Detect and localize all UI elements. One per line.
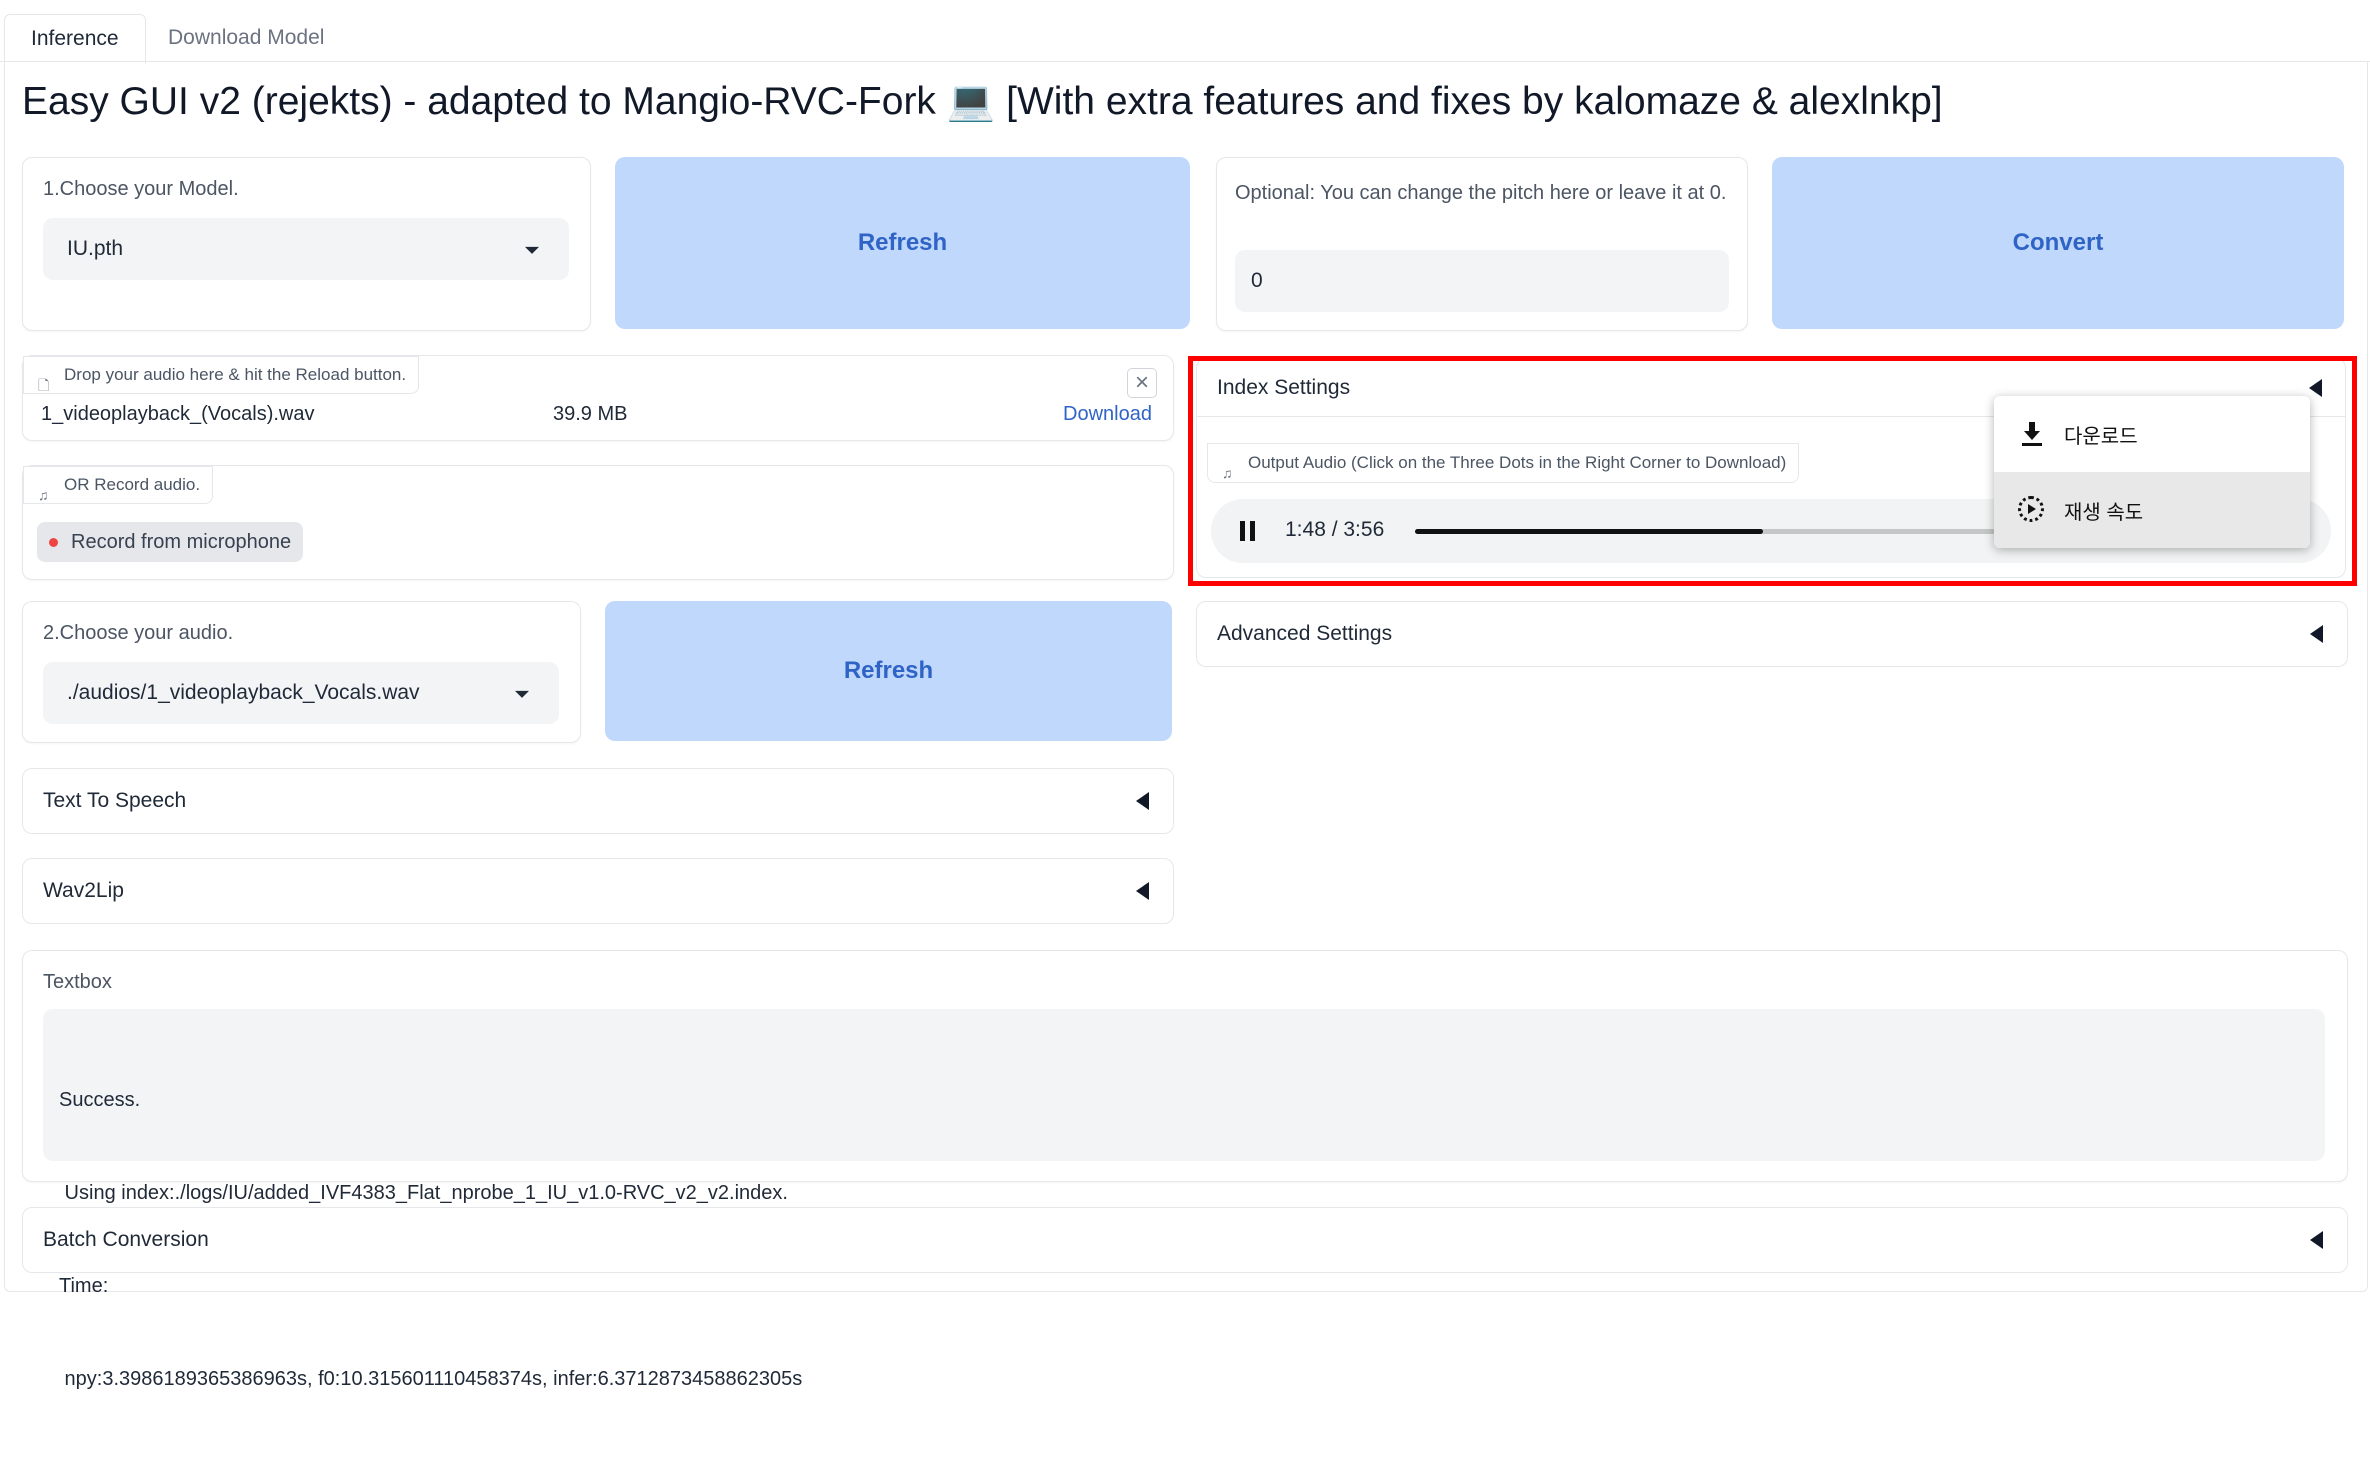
textbox-panel: Textbox Success. Using index:./logs/IU/a… <box>22 950 2348 1390</box>
refresh-models-button[interactable]: Refresh <box>615 157 1190 329</box>
textbox-line: Time: <box>59 1275 109 1297</box>
close-icon[interactable]: × <box>1127 368 1157 398</box>
download-icon <box>2020 422 2044 446</box>
pitch-input[interactable]: 0 <box>1235 250 1729 312</box>
audio-dropdown[interactable]: ./audios/1_videoplayback_Vocals.wav <box>43 662 559 724</box>
record-chip: ♫ OR Record audio. <box>23 466 214 504</box>
refresh-audio-button[interactable]: Refresh <box>605 601 1172 741</box>
textbox-line: Success. <box>59 1089 141 1111</box>
file-name: 1_videoplayback_(Vocals).wav <box>41 403 315 425</box>
menu-item-download-label: 다운로드 <box>2064 426 2138 448</box>
record-dot-icon <box>49 538 58 547</box>
music-note-icon: ♫ <box>38 487 49 503</box>
wav2lip-accordion[interactable]: Wav2Lip <box>22 858 1174 924</box>
textbox-label: Textbox <box>43 971 112 993</box>
textbox-line: Using index:./logs/IU/added_IVF4383_Flat… <box>59 1182 788 1204</box>
file-download-link[interactable]: Download <box>1063 403 1152 426</box>
upload-chip: 🗋 Drop your audio here & hit the Reload … <box>23 356 420 394</box>
pitch-panel: Optional: You can change the pitch here … <box>1216 157 1748 331</box>
pitch-label: Optional: You can change the pitch here … <box>1235 182 1727 204</box>
advanced-settings-accordion[interactable]: Advanced Settings <box>1196 601 2348 667</box>
tab-inference[interactable]: Inference <box>4 14 146 64</box>
record-panel: ♫ OR Record audio. Record from microphon… <box>22 465 1174 580</box>
file-icon: 🗋 <box>38 377 50 393</box>
file-size: 39.9 MB <box>553 403 628 425</box>
model-dropdown[interactable]: IU.pth <box>43 218 569 280</box>
page-title: Easy GUI v2 (rejekts) - adapted to Mangi… <box>22 80 1943 123</box>
upload-audio-panel: 🗋 Drop your audio here & hit the Reload … <box>22 355 1174 441</box>
menu-item-playback-speed-label: 재생 속도 <box>2064 502 2144 524</box>
chevron-down-icon <box>515 690 529 698</box>
tab-download-model[interactable]: Download Model <box>142 14 350 62</box>
collapse-arrow-icon <box>1136 792 1149 810</box>
chevron-down-icon <box>525 246 539 254</box>
menu-item-playback-speed[interactable]: 재생 속도 <box>1994 472 2310 548</box>
record-from-microphone-button[interactable]: Record from microphone <box>37 522 304 562</box>
convert-button[interactable]: Convert <box>1772 157 2344 329</box>
audio-choice-label: 2.Choose your audio. <box>43 622 234 644</box>
model-value: IU.pth <box>67 237 124 260</box>
model-panel: 1.Choose your Model. IU.pth <box>22 157 591 331</box>
collapse-arrow-icon <box>2310 625 2323 643</box>
audio-choice-panel: 2.Choose your audio. ./audios/1_videopla… <box>22 601 581 743</box>
textbox-line: npy:3.3986189365386963s, f0:10.315601110… <box>59 1368 803 1390</box>
batch-conversion-accordion[interactable]: Batch Conversion <box>22 1207 2348 1273</box>
pitch-value: 0 <box>1251 269 1263 292</box>
output-textbox[interactable]: Success. Using index:./logs/IU/added_IVF… <box>43 1009 2325 1390</box>
collapse-arrow-icon <box>2310 1231 2323 1249</box>
audio-context-menu: 다운로드 재생 속도 <box>1994 396 2310 548</box>
model-label: 1.Choose your Model. <box>43 178 239 200</box>
collapse-arrow-icon <box>1136 882 1149 900</box>
text-to-speech-accordion[interactable]: Text To Speech <box>22 768 1174 834</box>
playback-speed-icon <box>2018 496 2044 522</box>
menu-item-download[interactable]: 다운로드 <box>1994 396 2310 472</box>
audio-value: ./audios/1_videoplayback_Vocals.wav <box>67 681 420 704</box>
